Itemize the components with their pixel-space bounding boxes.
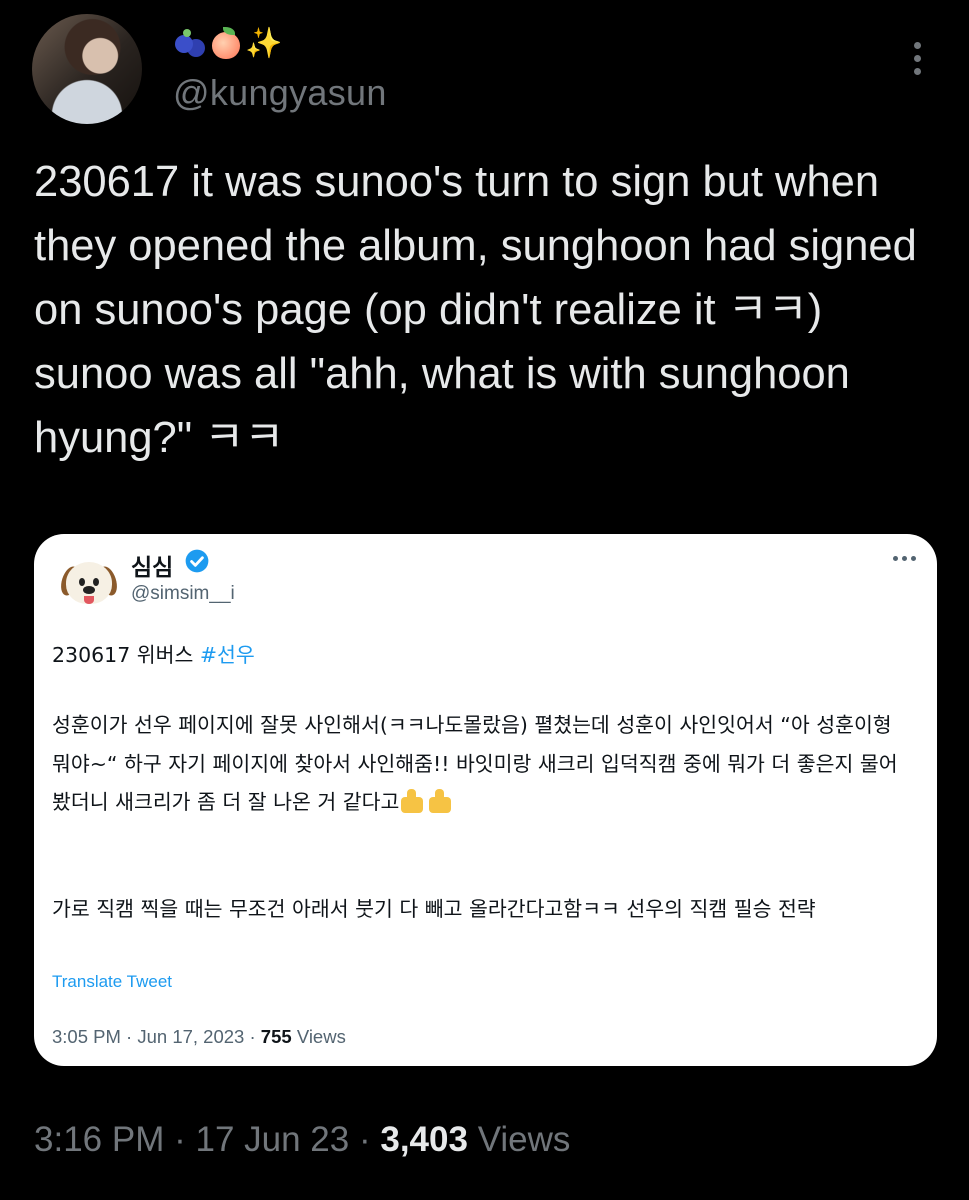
quoted-author-avatar[interactable] <box>57 556 121 610</box>
quoted-paragraph-1: 성훈이가 선우 페이지에 잘못 사인해서(ㅋㅋ나도몰랐음) 펼쳤는데 성훈이 사… <box>52 706 912 822</box>
quoted-views-label: Views <box>296 1026 346 1047</box>
quoted-date-label: 230617 위버스 <box>52 643 200 667</box>
separator: · <box>358 1120 371 1159</box>
blueberry-icon <box>173 27 207 61</box>
separator: · <box>126 1026 133 1047</box>
tweet-views-label: Views <box>477 1120 571 1159</box>
hashtag-link[interactable]: #선우 <box>200 643 255 667</box>
thumbs-up-icon <box>427 789 455 813</box>
translate-tweet-link[interactable]: Translate Tweet <box>52 972 172 992</box>
separator: · <box>174 1120 186 1159</box>
peach-icon <box>209 27 243 61</box>
tweet-text: 230617 it was sunoo's turn to sign but w… <box>34 158 929 462</box>
more-options-icon[interactable] <box>911 42 923 92</box>
quoted-tweet-card[interactable]: 심심 @simsim__i 230617 위버스 #선우 성훈이가 선우 페이지… <box>34 534 937 1066</box>
sparkles-icon: ✨ <box>245 26 283 61</box>
author-handle[interactable]: @kungyasun <box>173 72 387 114</box>
quoted-time[interactable]: 3:05 PM <box>52 1026 121 1047</box>
thumbs-up-icon <box>399 789 427 813</box>
quoted-display-name[interactable]: 심심 <box>131 548 173 582</box>
verified-badge-icon <box>185 549 209 573</box>
quoted-views-count: 755 <box>260 1026 292 1047</box>
tweet-views-count: 3,403 <box>380 1120 468 1159</box>
author-display-name[interactable]: ✨ <box>173 22 283 66</box>
quoted-first-line: 230617 위버스 #선우 <box>52 636 912 675</box>
quoted-meta: 3:05 PM · Jun 17, 2023 · 755 Views <box>52 1026 346 1048</box>
quoted-paragraph-1-text: 성훈이가 선우 페이지에 잘못 사인해서(ㅋㅋ나도몰랐음) 펼쳤는데 성훈이 사… <box>52 713 898 814</box>
quoted-more-icon[interactable] <box>893 556 919 564</box>
quoted-date[interactable]: Jun 17, 2023 <box>137 1026 244 1047</box>
tweet-time[interactable]: 3:16 PM <box>34 1120 164 1159</box>
separator: · <box>249 1026 256 1047</box>
quoted-paragraph-2: 가로 직캠 찍을 때는 무조건 아래서 붓기 다 빼고 올라간다고함ㅋㅋ 선우의… <box>52 897 816 921</box>
tweet-header: ✨ @kungyasun <box>32 14 937 124</box>
quoted-handle[interactable]: @simsim__i <box>131 583 235 605</box>
tweet-meta: 3:16 PM · 17 Jun 23 · 3,403 Views <box>34 1120 570 1160</box>
tweet-date[interactable]: 17 Jun 23 <box>195 1120 349 1159</box>
author-avatar[interactable] <box>32 14 142 124</box>
